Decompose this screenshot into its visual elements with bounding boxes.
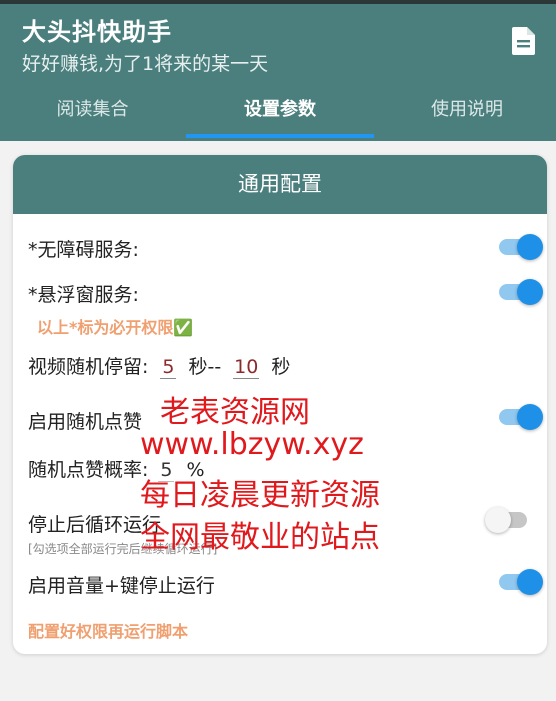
video-stay-row: 视频随机停留: 5 秒-- 10 秒 bbox=[28, 352, 290, 379]
app-bar: 大头抖快助手 好好赚钱,为了1将来的某一天 阅读集合 设置参数 使用说明 bbox=[0, 4, 556, 141]
video-stay-unit: 秒 bbox=[271, 356, 291, 378]
volume-stop-toggle[interactable] bbox=[495, 568, 543, 596]
volume-stop-label: 启用音量+键停止运行 bbox=[28, 575, 215, 597]
accessibility-label: *无障碍服务: bbox=[28, 239, 139, 261]
watermark-line-2: www.lbzyw.xyz bbox=[140, 427, 364, 462]
video-stay-min-input[interactable]: 5 bbox=[160, 356, 177, 379]
document-icon[interactable] bbox=[511, 26, 537, 56]
like-rate-label: 随机点赞概率: bbox=[28, 459, 149, 481]
random-like-toggle[interactable] bbox=[495, 403, 543, 431]
watermark-line-1: 老表资源网 bbox=[160, 395, 310, 430]
required-permissions-hint: 以上*标为必开权限✅ bbox=[37, 318, 194, 337]
active-tab-indicator bbox=[186, 134, 374, 138]
watermark-line-3: 每日凌晨更新资源 bbox=[140, 478, 380, 513]
tab-instructions[interactable]: 使用说明 bbox=[392, 100, 542, 138]
card-title: 通用配置 bbox=[13, 155, 547, 214]
app-title: 大头抖快助手 bbox=[22, 18, 172, 46]
watermark-line-4: 全网最敬业的站点 bbox=[140, 520, 380, 555]
accessibility-toggle[interactable] bbox=[495, 233, 543, 261]
video-stay-label: 视频随机停留: bbox=[28, 356, 149, 378]
video-stay-separator: 秒-- bbox=[188, 356, 222, 378]
tab-settings[interactable]: 设置参数 bbox=[205, 100, 355, 138]
random-like-label: 启用随机点赞 bbox=[28, 411, 143, 433]
stop-loop-toggle[interactable] bbox=[485, 506, 533, 534]
tab-reading[interactable]: 阅读集合 bbox=[20, 100, 165, 138]
floating-window-label: *悬浮窗服务: bbox=[28, 284, 139, 306]
floating-window-toggle[interactable] bbox=[495, 278, 543, 306]
video-stay-max-input[interactable]: 10 bbox=[233, 356, 260, 379]
app-subtitle: 好好赚钱,为了1将来的某一天 bbox=[22, 53, 269, 75]
bottom-hint: 配置好权限再运行脚本 bbox=[28, 622, 189, 641]
